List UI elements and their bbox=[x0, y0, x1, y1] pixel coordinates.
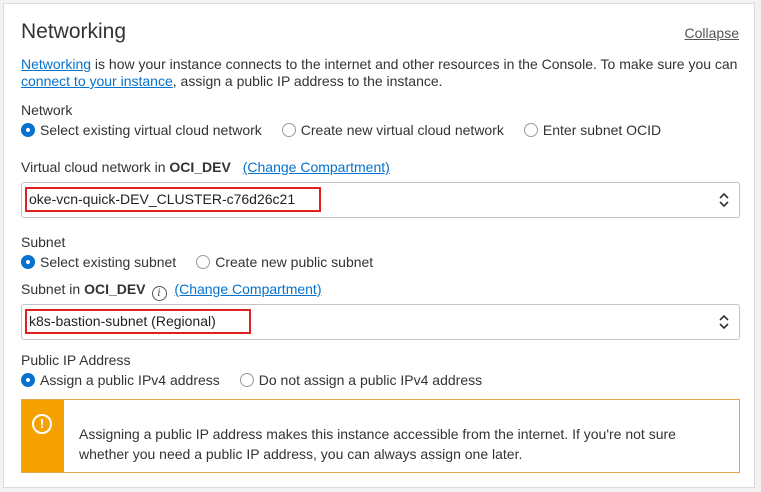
radio-label: Assign a public IPv4 address bbox=[40, 372, 220, 388]
subnet-in-label: Subnet in OCI_DEV i (Change Compartment) bbox=[21, 281, 321, 301]
description-text-2: , assign a public IP address to the inst… bbox=[172, 73, 443, 89]
radio-create-new-vcn[interactable]: Create new virtual cloud network bbox=[281, 122, 504, 138]
vcn-selected-value: oke-vcn-quick-DEV_CLUSTER-c76d26c21 bbox=[25, 187, 321, 212]
radio-label: Create new public subnet bbox=[215, 254, 374, 270]
radio-label: Select existing virtual cloud network bbox=[40, 122, 262, 138]
radio-circle bbox=[281, 123, 296, 137]
section-title: Networking bbox=[21, 20, 127, 43]
radio-circle-selected bbox=[21, 373, 35, 387]
subnet-compartment-name: OCI_DEV bbox=[84, 281, 146, 297]
network-radio-group: Select existing virtual cloud network Cr… bbox=[21, 122, 681, 138]
warning-icon: ! bbox=[32, 414, 52, 434]
radio-enter-subnet-ocid[interactable]: Enter subnet OCID bbox=[523, 122, 662, 138]
radio-assign-public-ip[interactable]: Assign a public IPv4 address bbox=[21, 372, 220, 388]
subnet-change-compartment-link[interactable]: (Change Compartment) bbox=[174, 281, 321, 297]
radio-circle bbox=[239, 373, 254, 387]
public-ip-label: Public IP Address bbox=[21, 352, 131, 368]
radio-circle-selected bbox=[21, 255, 35, 269]
subnet-label-prefix: Subnet in bbox=[21, 281, 85, 297]
chevron-up-down-icon bbox=[719, 314, 729, 330]
radio-circle bbox=[523, 123, 538, 137]
description-text-1: is how your instance connects to the int… bbox=[91, 56, 738, 72]
subnet-selected-value: k8s-bastion-subnet (Regional) bbox=[25, 309, 251, 334]
alert-color-bar: ! bbox=[22, 400, 64, 472]
vcn-compartment-name: OCI_DEV bbox=[169, 159, 231, 175]
radio-label: Enter subnet OCID bbox=[542, 122, 662, 138]
radio-select-existing-subnet[interactable]: Select existing subnet bbox=[21, 254, 176, 270]
radio-select-existing-vcn[interactable]: Select existing virtual cloud network bbox=[21, 122, 262, 138]
radio-circle-selected bbox=[21, 123, 35, 137]
radio-label: Create new virtual cloud network bbox=[300, 122, 504, 138]
subnet-label: Subnet bbox=[21, 234, 66, 250]
radio-create-new-public-subnet[interactable]: Create new public subnet bbox=[196, 254, 373, 270]
vcn-select[interactable]: oke-vcn-quick-DEV_CLUSTER-c76d26c21 bbox=[21, 182, 740, 218]
networking-description: Networking is how your instance connects… bbox=[21, 56, 746, 90]
networking-link[interactable]: Networking bbox=[21, 56, 91, 72]
radio-do-not-assign-public-ip[interactable]: Do not assign a public IPv4 address bbox=[239, 372, 483, 388]
networking-panel: Networking Collapse Networking is how yo… bbox=[3, 3, 755, 488]
vcn-change-compartment-link[interactable]: (Change Compartment) bbox=[243, 159, 390, 175]
vcn-label-prefix: Virtual cloud network in bbox=[21, 159, 170, 175]
chevron-up-down-icon bbox=[719, 192, 729, 208]
subnet-radio-group: Select existing subnet Create new public… bbox=[21, 254, 393, 270]
alert-message: Assigning a public IP address makes this… bbox=[79, 426, 676, 462]
public-ip-radio-group: Assign a public IPv4 address Do not assi… bbox=[21, 372, 502, 388]
network-label: Network bbox=[21, 102, 73, 118]
connect-instance-link[interactable]: connect to your instance bbox=[21, 73, 173, 89]
radio-label: Select existing subnet bbox=[40, 254, 177, 270]
collapse-link[interactable]: Collapse bbox=[685, 25, 739, 41]
radio-circle bbox=[196, 255, 211, 269]
radio-label: Do not assign a public IPv4 address bbox=[258, 372, 483, 388]
public-ip-warning-alert: ! Assigning a public IP address makes th… bbox=[21, 399, 740, 473]
info-icon[interactable]: i bbox=[151, 286, 167, 301]
vcn-label: Virtual cloud network in OCI_DEV (Change… bbox=[21, 159, 390, 175]
subnet-select[interactable]: k8s-bastion-subnet (Regional) bbox=[21, 304, 740, 340]
